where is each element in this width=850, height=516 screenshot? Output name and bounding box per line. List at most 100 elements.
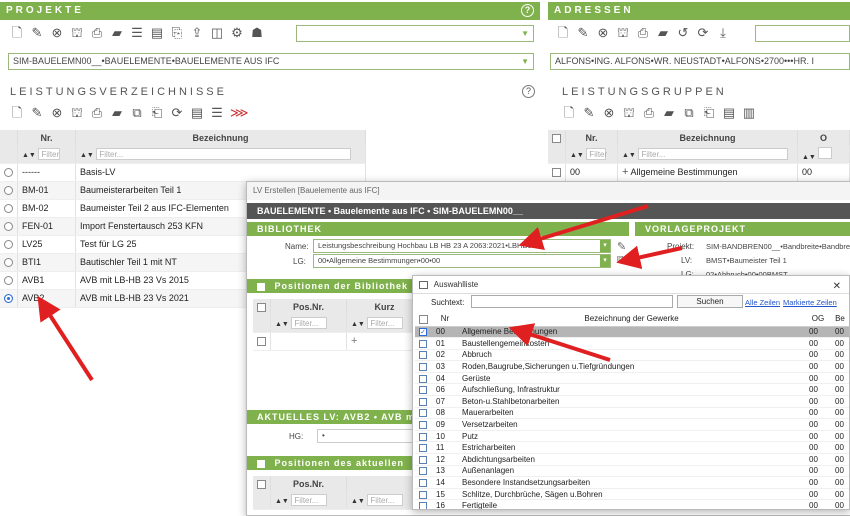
- sort-icon[interactable]: ▲▼: [22, 152, 36, 159]
- list-item[interactable]: 16 Fertigteile 00 00: [415, 499, 849, 509]
- list-item[interactable]: 06 Aufschließung, Infrastruktur 00 00: [415, 383, 849, 397]
- paste-icon[interactable]: ⎗: [150, 106, 164, 120]
- col-header-nr[interactable]: Nr.: [565, 130, 618, 145]
- filter-bez-input[interactable]: Filter...: [96, 147, 352, 160]
- col-header-bezeichnung[interactable]: Bezeichnung: [75, 130, 366, 145]
- copy-icon[interactable]: ⧉: [617, 254, 625, 267]
- list-item[interactable]: 04 Gerüste 00 00: [415, 372, 849, 385]
- list-item[interactable]: 13 Außenanlagen 00 00: [415, 465, 849, 478]
- row-checkbox[interactable]: [419, 467, 427, 476]
- edit-icon[interactable]: ✎: [617, 240, 626, 253]
- address-select[interactable]: ALFONS•ING. ALFONS•WR. NEUSTADT•ALFONS•2…: [550, 53, 850, 70]
- projekte-filter-select[interactable]: ▼: [296, 25, 534, 42]
- edit-icon[interactable]: ✎: [576, 26, 590, 40]
- refresh-icon[interactable]: ⟳: [696, 26, 710, 40]
- row-radio[interactable]: [4, 222, 13, 232]
- list-item[interactable]: 11 Estricharbeiten 00 00: [415, 441, 849, 455]
- row-checkbox[interactable]: [419, 374, 427, 383]
- new-document-icon[interactable]: 🗋: [562, 106, 576, 120]
- select-all-checkbox[interactable]: [257, 479, 266, 489]
- folder-icon[interactable]: ▰: [110, 106, 124, 120]
- edit-icon[interactable]: ✎: [30, 26, 44, 40]
- close-icon[interactable]: ✕: [833, 278, 841, 296]
- filter-posnr-input[interactable]: Filter...: [291, 316, 328, 329]
- project-select[interactable]: SIM-BAUELEMN00__•BAUELEMENTE•BAUELEMENTE…: [8, 53, 534, 70]
- markierte-zeilen-link[interactable]: Markierte Zeilen: [783, 298, 837, 307]
- filter-kurz-input[interactable]: Filter...: [367, 316, 404, 329]
- list-item[interactable]: 07 Beton-u.Stahlbetonarbeiten 00 00: [415, 395, 849, 408]
- print-icon[interactable]: ⎙: [636, 26, 650, 40]
- lg-select[interactable]: 00•Allgemeine Bestimmungen•00•00 ▾: [313, 254, 611, 268]
- list-icon[interactable]: ☰: [130, 26, 144, 40]
- filter-nr-input[interactable]: Filter: [586, 147, 607, 160]
- row-checkbox[interactable]: [419, 397, 427, 406]
- book-icon[interactable]: ▥: [742, 106, 756, 120]
- col-header-o[interactable]: O: [797, 130, 850, 145]
- row-checkbox[interactable]: [419, 351, 427, 360]
- history-icon[interactable]: ↺: [676, 26, 690, 40]
- filter-o-input[interactable]: [818, 146, 833, 159]
- row-checkbox[interactable]: [552, 168, 561, 178]
- col-header-og[interactable]: OG: [805, 312, 831, 326]
- print-icon[interactable]: ⎙: [90, 106, 104, 120]
- adressen-filter-select[interactable]: [755, 25, 850, 42]
- list-item[interactable]: 08 Mauerarbeiten 00 00: [415, 407, 849, 420]
- list-item[interactable]: 01 Baustellengemeinkosten 00 00: [415, 337, 849, 350]
- lv-value[interactable]: BMST•Baumeister Teil 1: [706, 256, 787, 265]
- list-item[interactable]: 02 Abbruch 00 00: [415, 349, 849, 362]
- row-checkbox[interactable]: [419, 409, 427, 418]
- row-radio[interactable]: [4, 294, 13, 304]
- upload-icon[interactable]: ⇪: [190, 26, 204, 40]
- refresh-icon[interactable]: ⟳: [170, 106, 184, 120]
- delete-icon[interactable]: ⊗: [596, 26, 610, 40]
- row-checkbox[interactable]: [419, 432, 427, 441]
- print-icon[interactable]: ⎙: [642, 106, 656, 120]
- copy-icon[interactable]: ⧉: [130, 106, 144, 120]
- delete-icon[interactable]: ⊗: [50, 26, 64, 40]
- sort-icon[interactable]: ▲▼: [802, 154, 816, 161]
- delete-icon[interactable]: ⊗: [50, 106, 64, 120]
- row-checkbox[interactable]: [419, 339, 427, 348]
- row-checkbox[interactable]: [419, 455, 427, 464]
- print-icon[interactable]: ⎙: [90, 26, 104, 40]
- suchtext-input[interactable]: [471, 295, 673, 308]
- col-header-bezeichnung[interactable]: Bezeichnung der Gewerke: [458, 312, 805, 326]
- gear-icon[interactable]: ⚙: [230, 26, 244, 40]
- projekt-value[interactable]: SIM-BANDBREN00__•Bandbreite•Bandbreite |: [706, 242, 850, 251]
- copy-icon[interactable]: ⧉: [682, 106, 696, 120]
- row-radio[interactable]: [4, 204, 13, 214]
- list-item[interactable]: 10 Putz 00 00: [415, 430, 849, 443]
- row-checkbox[interactable]: ✓: [419, 328, 427, 337]
- list-item[interactable]: 15 Schlitze, Durchbrüche, Sägen u.Bohren 0…: [415, 488, 849, 501]
- sort-icon[interactable]: ▲▼: [275, 321, 289, 328]
- sort-icon[interactable]: ▲▼: [351, 498, 365, 505]
- new-document-icon[interactable]: 🗋: [556, 26, 570, 40]
- select-all-checkbox[interactable]: [552, 133, 561, 143]
- col-header-bezeichnung[interactable]: Bezeichnung: [617, 130, 798, 145]
- row-radio[interactable]: [4, 168, 13, 178]
- user-icon[interactable]: ☗: [250, 26, 264, 40]
- list-item[interactable]: 12 Abdichtungsarbeiten 00 00: [415, 453, 849, 466]
- edit-icon[interactable]: ✎: [582, 106, 596, 120]
- document-icon[interactable]: ▤: [722, 106, 736, 120]
- expand-plus-icon[interactable]: +: [351, 335, 357, 347]
- name-select[interactable]: Leistungsbeschreibung Hochbau LB HB 23 A…: [313, 239, 611, 253]
- row-checkbox[interactable]: [419, 420, 427, 429]
- row-checkbox[interactable]: [419, 502, 427, 509]
- binoculars-icon[interactable]: ⛫: [70, 106, 84, 120]
- col-header-be[interactable]: Be: [831, 312, 849, 326]
- row-checkbox[interactable]: [257, 337, 266, 347]
- table-row[interactable]: +: [253, 332, 423, 351]
- row-radio[interactable]: [4, 186, 13, 196]
- list-item[interactable]: 14 Besondere Instandsetzungsarbeiten 00 00: [415, 476, 849, 489]
- row-checkbox[interactable]: [419, 444, 427, 453]
- new-document-icon[interactable]: 🗋: [10, 106, 24, 120]
- binoculars-icon[interactable]: ⛫: [616, 26, 630, 40]
- suchen-button[interactable]: Suchen: [677, 295, 743, 308]
- paste-icon[interactable]: ⎗: [702, 106, 716, 120]
- binoculars-icon[interactable]: ⛫: [70, 26, 84, 40]
- sort-icon[interactable]: ▲▼: [622, 152, 636, 159]
- row-checkbox[interactable]: [419, 362, 427, 371]
- list-icon[interactable]: ☰: [210, 106, 224, 120]
- download-icon[interactable]: ⤓: [716, 26, 730, 40]
